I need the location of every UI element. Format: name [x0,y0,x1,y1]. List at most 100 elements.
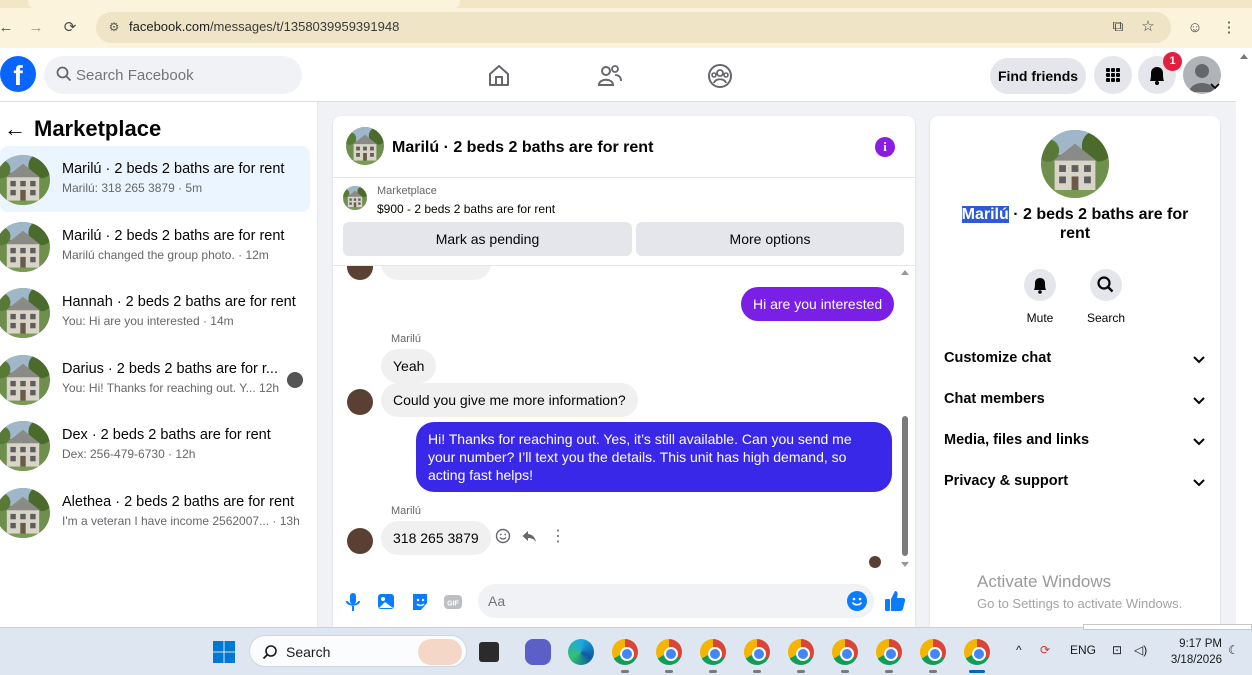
running-indicator [665,670,673,673]
taskbar-search[interactable]: Search [249,635,467,667]
chat-scrollbar[interactable] [899,270,909,568]
sticker-icon[interactable] [409,591,431,613]
focus-moon-icon[interactable]: ☾ [1228,643,1239,657]
details-title: Marilú · 2 beds 2 baths are for rent [950,205,1200,243]
sender-avatar[interactable] [347,389,373,415]
chrome-profile-icon[interactable] [700,639,726,673]
scroll-down-icon[interactable] [901,562,909,567]
sender-avatar[interactable] [347,266,373,280]
windows-start-icon[interactable] [212,640,236,664]
edge-icon[interactable] [568,639,594,665]
language-indicator[interactable]: ENG [1070,643,1096,657]
listing-price[interactable]: $900 - 2 beds 2 baths are for rent [377,202,555,216]
teams-chat-icon[interactable] [525,639,551,665]
details-row[interactable]: Privacy & support [944,467,1206,497]
task-view-icon[interactable] [479,642,499,662]
install-app-icon[interactable]: ⧉ [1107,16,1129,38]
scroll-up-icon[interactable] [901,270,909,275]
active-tab[interactable] [28,0,460,8]
conversation-thumbnail [0,221,50,272]
conversation-thumbnail [0,421,50,471]
profile-icon[interactable]: ☺ [1184,17,1206,39]
chrome-profile-icon[interactable] [788,639,814,673]
reply-icon[interactable] [521,528,537,544]
group-photo[interactable] [1041,130,1109,198]
conversation-item[interactable]: Marilú · 2 beds 2 baths are for rent Mari… [0,213,310,279]
microphone-icon[interactable] [342,591,364,613]
message-input-box[interactable] [478,584,874,618]
scroll-up-icon[interactable] [1240,54,1248,59]
listing-thumbnail[interactable] [343,186,367,210]
show-hidden-icons-icon[interactable]: ^ [1016,643,1022,657]
house-photo [0,421,50,471]
volume-icon[interactable]: ◁) [1134,643,1147,657]
forward-icon[interactable]: → [26,18,46,38]
site-settings-icon[interactable]: ⚙ [106,19,122,35]
selected-text[interactable]: Marilú [961,206,1009,223]
details-title-rest: · 2 beds 2 baths are for rent [1008,206,1189,242]
details-row[interactable]: Chat members [944,385,1206,415]
mark-as-pending-button[interactable]: Mark as pending [343,222,632,256]
clock[interactable]: 9:17 PM 3/18/2026 [1164,636,1222,668]
message-bubble-outgoing[interactable]: Hi are you interested [741,287,895,321]
conversation-item[interactable]: Dex · 2 beds 2 baths are for rent Dex: 25… [0,412,310,478]
conversation-item[interactable]: Marilú · 2 beds 2 baths are for rent Mari… [0,146,310,212]
message-bubble-incoming[interactable]: Yeah [381,349,437,383]
more-options-button[interactable]: More options [636,222,904,256]
reload-icon[interactable]: ⟳ [60,18,80,38]
url-text[interactable]: facebook.com/messages/t/1358039959391948 [129,19,399,34]
activate-windows-title: Activate Windows [977,572,1112,591]
chrome-profile-icon[interactable] [656,639,682,673]
mute-button[interactable]: Mute [1010,269,1070,325]
groups-icon[interactable] [706,62,734,90]
chrome-profile-icon[interactable] [964,639,990,673]
message-input[interactable] [488,584,838,618]
back-icon[interactable]: ← [0,18,16,38]
message-composer: GIF [333,576,915,627]
activate-windows-watermark: Activate Windows Go to Settings to activ… [977,572,1182,611]
photo-icon[interactable] [375,591,397,613]
friends-icon[interactable] [596,62,624,90]
gif-icon[interactable]: GIF [442,591,464,613]
facebook-logo[interactable]: f [0,56,36,92]
chat-title[interactable]: Marilú · 2 beds 2 baths are for rent [392,139,653,157]
sync-icon[interactable]: ⟳ [1040,643,1050,657]
sender-avatar[interactable] [347,528,373,554]
address-bar[interactable]: ⚙ facebook.com/messages/t/13580399593919… [96,12,1171,43]
more-kebab-icon[interactable]: ⋮ [550,526,566,546]
menu-kebab-icon[interactable]: ⋮ [1218,17,1240,39]
facebook-search[interactable] [44,56,302,94]
conversation-item[interactable]: Alethea · 2 beds 2 baths are for rent I'm… [0,479,310,545]
find-friends-button[interactable]: Find friends [990,58,1086,94]
conversation-item[interactable]: Hannah · 2 beds 2 baths are for rent You:… [0,279,310,345]
message-bubble-incoming[interactable]: Could you give me more information? [381,383,638,417]
chrome-profile-icon[interactable] [612,639,638,673]
menu-grid-button[interactable] [1094,56,1132,94]
chat-thumbnail[interactable] [346,127,384,165]
details-row[interactable]: Customize chat [944,344,1206,374]
chevron-down-icon[interactable] [1210,82,1220,90]
emoji-icon[interactable] [847,591,867,611]
info-icon[interactable]: i [875,137,895,157]
thumbs-up-icon[interactable] [883,589,907,613]
message-bubble-outgoing[interactable]: Hi! Thanks for reaching out. Yes, it’s s… [416,422,892,492]
scroll-thumb[interactable] [902,416,908,556]
chrome-profile-icon[interactable] [876,639,902,673]
chrome-profile-icon[interactable] [832,639,858,673]
details-row[interactable]: Media, files and links [944,426,1206,456]
search-input[interactable] [76,56,296,94]
bookmark-star-icon[interactable]: ☆ [1137,16,1159,38]
search-in-chat-button[interactable]: Search [1076,269,1136,325]
page-scrollbar[interactable] [1236,48,1252,627]
back-arrow-icon[interactable]: ← [4,116,26,141]
message-bubble-partial[interactable] [381,266,491,280]
conversation-item[interactable]: Darius · 2 beds 2 baths are for r... You:… [0,346,310,412]
chrome-profile-icon[interactable] [744,639,770,673]
chrome-profile-icon[interactable] [920,639,946,673]
search-highlight-icon[interactable] [418,639,462,665]
svg-text:GIF: GIF [447,601,459,608]
message-bubble-incoming[interactable]: 318 265 3879 [381,521,491,555]
network-icon[interactable]: ⊡ [1112,643,1122,657]
home-icon[interactable] [485,62,513,90]
react-emoji-icon[interactable] [495,528,511,544]
